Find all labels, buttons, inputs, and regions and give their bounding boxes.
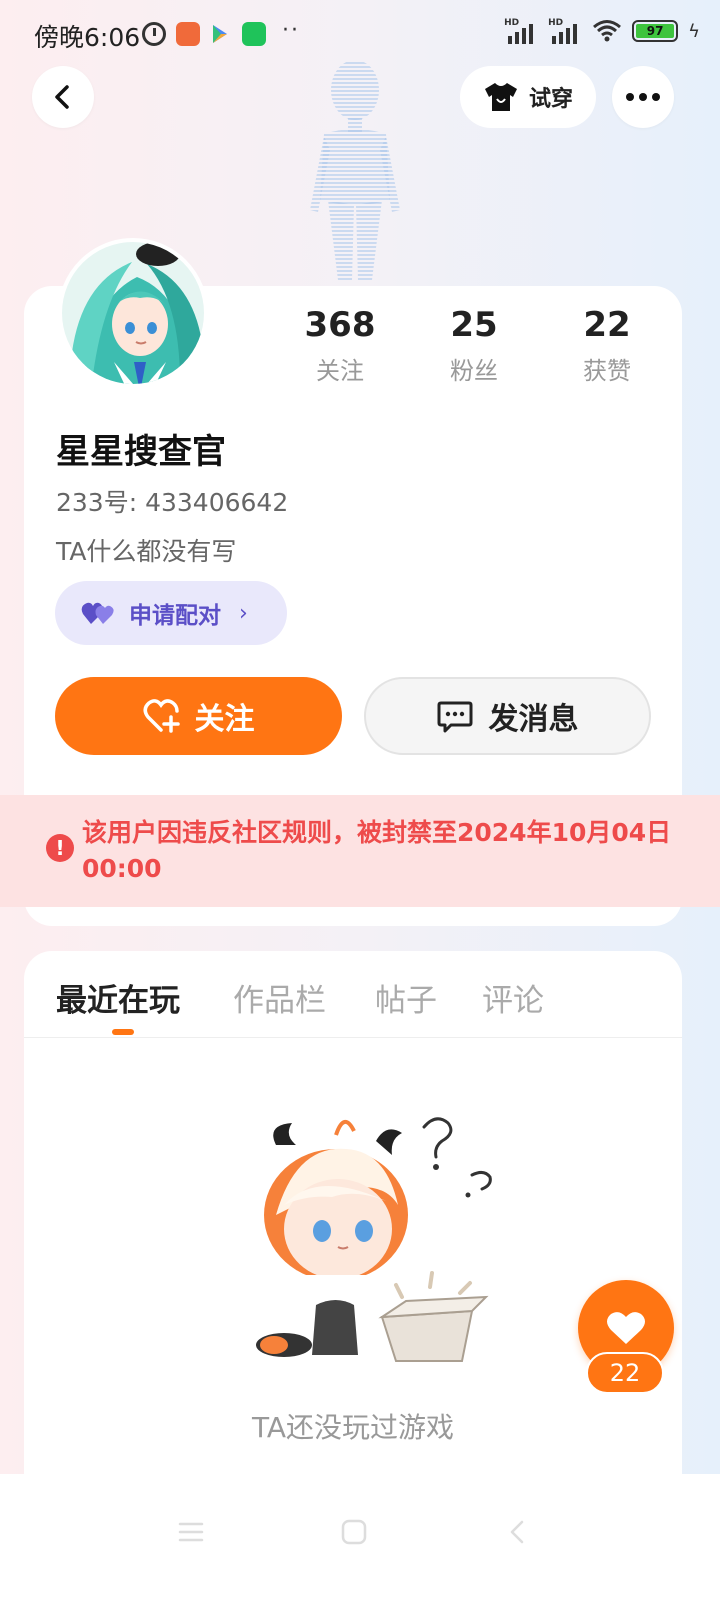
apply-pair-label: 申请配对 (129, 603, 221, 629)
hearts-icon (81, 602, 114, 624)
stat-label: 关注 (316, 357, 364, 385)
system-navigation-bar (0, 1474, 720, 1600)
ban-notice-text: 该用户因违反社区规则，被封禁至2024年10月04日 00:00 (82, 818, 672, 883)
alarm-icon (142, 22, 166, 46)
empty-state-illustration (256, 1117, 492, 1362)
stat-value: 368 (304, 305, 376, 345)
signal-icon: HD (548, 18, 582, 44)
user-id: 233号: 433406642 (56, 488, 289, 517)
chevron-left-icon (55, 85, 69, 109)
chevron-right-icon: › (239, 600, 248, 626)
play-store-icon (208, 22, 232, 46)
wechat-icon (242, 22, 266, 46)
avatar[interactable] (58, 238, 208, 388)
battery-icon: 97 (632, 20, 679, 42)
more-notifications-icon: ·· (282, 18, 300, 43)
user-bio: TA什么都没有写 (56, 537, 237, 566)
try-on-label: 试穿 (528, 87, 573, 112)
stat-label: 粉丝 (450, 357, 498, 385)
back-button[interactable] (32, 66, 94, 128)
follow-button[interactable]: 关注 (55, 677, 342, 755)
charging-icon: ϟ (688, 20, 700, 42)
alert-icon: ! (46, 834, 74, 862)
stat-value: 25 (450, 305, 498, 345)
status-time: 傍晚6:06 (34, 23, 141, 52)
more-dots-icon (626, 93, 660, 101)
tab-recently-played[interactable]: 最近在玩 (56, 975, 180, 1020)
tshirt-icon (484, 83, 517, 111)
follow-label: 关注 (194, 702, 255, 737)
empty-state-text: TA还没玩过游戏 (251, 1411, 455, 1444)
try-on-button[interactable]: 试穿 (460, 66, 596, 128)
chat-bubble-icon (437, 701, 472, 733)
wifi-icon (593, 20, 622, 42)
notification-app-icon (176, 22, 200, 46)
tab-bar: 最近在玩 作品栏 帖子 评论 (24, 951, 682, 1038)
stats-row: 368 关注 25 粉丝 22 获赞 (280, 305, 680, 395)
stat-label: 获赞 (583, 357, 631, 385)
more-button[interactable] (612, 66, 674, 128)
stat-followers[interactable]: 25 粉丝 (414, 305, 534, 386)
stat-value: 22 (583, 305, 631, 345)
signal-icon: HD (504, 18, 538, 44)
send-message-label: 发消息 (488, 702, 579, 737)
like-count-badge: 22 (586, 1352, 664, 1394)
home-icon[interactable] (334, 1512, 374, 1552)
tab-posts[interactable]: 帖子 (375, 975, 437, 1020)
heart-icon (607, 1312, 645, 1344)
stat-likes[interactable]: 22 获赞 (547, 305, 667, 386)
back-nav-icon[interactable] (497, 1512, 537, 1552)
tab-comments[interactable]: 评论 (482, 975, 544, 1020)
apply-pair-button[interactable]: 申请配对 › (55, 581, 287, 645)
stat-following[interactable]: 368 关注 (280, 305, 400, 386)
send-message-button[interactable]: 发消息 (364, 677, 651, 755)
user-nickname: 星星搜查官 (56, 432, 226, 472)
heart-plus-icon (143, 699, 180, 733)
hologram-figure (310, 60, 400, 280)
menu-icon[interactable] (171, 1512, 211, 1552)
tab-works[interactable]: 作品栏 (233, 975, 326, 1020)
ban-notice-banner: ! 该用户因违反社区规则，被封禁至2024年10月04日 00:00 (0, 795, 720, 907)
tab-indicator (112, 1029, 134, 1035)
